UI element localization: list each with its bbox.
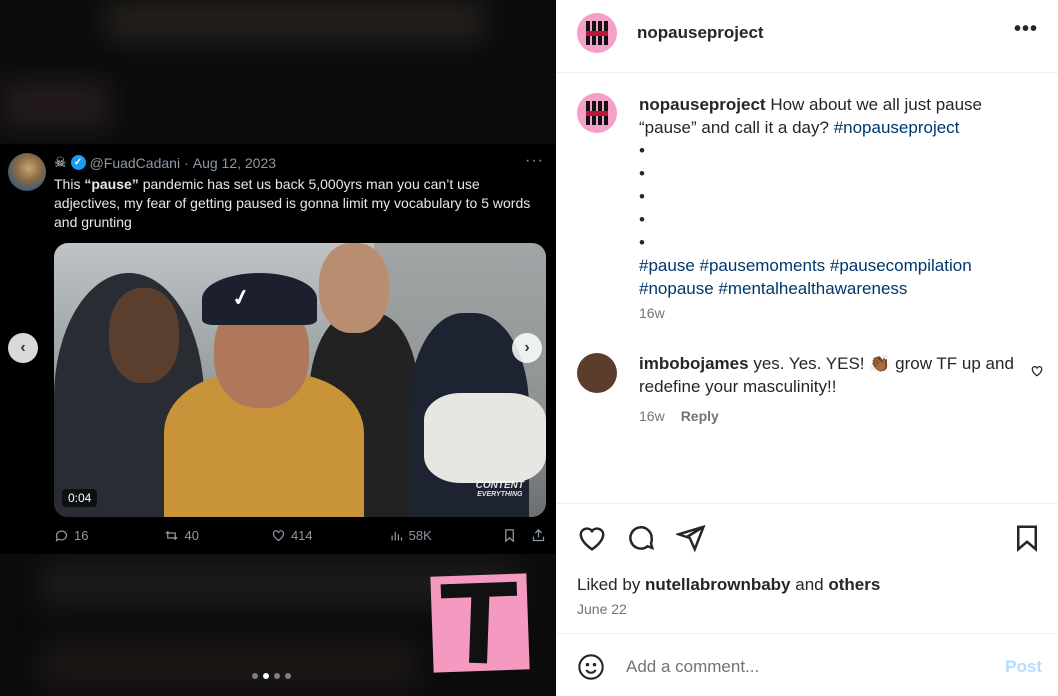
share-button[interactable] <box>674 523 708 555</box>
tweet-video: ✓ 0:04 CONTENT EVERYTHING <box>54 243 546 517</box>
caption-hashtag[interactable]: #nopauseproject <box>834 118 960 137</box>
emoji-icon <box>578 654 604 680</box>
carousel-prev-button[interactable]: ‹ <box>8 333 38 363</box>
video-watermark: CONTENT EVERYTHING <box>475 480 524 499</box>
comment-input[interactable] <box>626 654 986 680</box>
caption-hashtags-1[interactable]: #pause #pausemoments #pausecompilation <box>639 254 1019 277</box>
views-icon <box>391 531 402 541</box>
tweet-likes: 414 <box>271 528 313 543</box>
tweet-replies: 16 <box>54 528 88 543</box>
comment-reply-button[interactable]: Reply <box>681 408 719 424</box>
post-sidebar: nopauseproject ••• nopauseproject How ab… <box>556 0 1058 696</box>
embedded-tweet: ☠ ✓ @FuadCadani · Aug 12, 2023 ··· This … <box>0 144 556 554</box>
liked-by-others[interactable]: others <box>828 575 880 594</box>
comment-username[interactable]: imbobojames <box>639 354 749 373</box>
caption-avatar[interactable] <box>577 93 617 133</box>
caption-username[interactable]: nopauseproject <box>639 95 766 114</box>
liked-by-user[interactable]: nutellabrownbaby <box>645 575 790 594</box>
author-avatar[interactable] <box>577 13 617 53</box>
carousel-dot <box>274 673 280 679</box>
comment-timestamp[interactable]: 16w <box>639 408 665 424</box>
comment-icon <box>629 526 655 551</box>
post-comment-button[interactable]: Post <box>1005 657 1042 677</box>
video-duration: 0:04 <box>62 489 98 507</box>
carousel-dot <box>252 673 258 679</box>
tweet-separator: · <box>184 154 189 171</box>
blurred-background-bottom-2 <box>40 640 420 690</box>
carousel-next-button[interactable]: › <box>512 333 542 363</box>
caption-hashtags-2[interactable]: #nopause #mentalhealthawareness <box>639 277 1019 300</box>
chevron-right-icon: › <box>524 339 530 356</box>
heart-icon <box>272 530 285 542</box>
send-icon <box>674 524 706 553</box>
post-date[interactable]: June 22 <box>577 601 627 617</box>
retweet-icon <box>165 530 179 541</box>
tweet-views: 58K <box>389 528 432 543</box>
tweet-header: ☠ ✓ @FuadCadani · Aug 12, 2023 <box>54 154 276 171</box>
tweet-date: Aug 12, 2023 <box>192 154 277 171</box>
tweet-handle: @FuadCadani <box>89 154 181 171</box>
chevron-left-icon: ‹ <box>20 339 26 356</box>
caption-bullet: • <box>639 187 645 206</box>
caption-bullet: • <box>639 141 645 160</box>
like-button[interactable] <box>577 523 609 555</box>
nopause-sticker <box>430 573 530 673</box>
commenter-avatar[interactable] <box>577 353 617 393</box>
comment: imbobojames yes. Yes. YES! 👏🏾 grow TF up… <box>639 352 1019 398</box>
tweet-text: This “pause” pandemic has set us back 5,… <box>54 176 531 230</box>
liked-by: Liked by nutellabrownbaby and others <box>577 575 881 594</box>
skull-icon: ☠ <box>54 154 67 170</box>
add-comment-bar: Post <box>556 633 1058 696</box>
reply-icon <box>55 530 68 542</box>
heart-icon <box>579 527 605 551</box>
tweet-bookmark <box>502 528 517 543</box>
post-header: nopauseproject ••• <box>556 0 1058 73</box>
tweet-share <box>531 528 546 543</box>
caption-bullet: • <box>639 233 645 252</box>
save-button[interactable] <box>1012 523 1044 555</box>
post-actions: Liked by nutellabrownbaby and others Jun… <box>556 503 1058 633</box>
bookmark-icon <box>1017 525 1037 552</box>
heart-icon <box>1031 365 1043 377</box>
comment-button[interactable] <box>626 523 658 555</box>
carousel-dots <box>252 673 291 679</box>
more-options-icon[interactable]: ••• <box>1014 18 1038 41</box>
tweet-more-icon: ··· <box>525 152 544 169</box>
share-icon <box>532 528 545 542</box>
carousel-dot <box>285 673 291 679</box>
caption-bullet: • <box>639 164 645 183</box>
tweet-actions: 16 40 414 58K <box>54 528 546 543</box>
carousel-dot-active <box>263 673 269 679</box>
bookmark-icon <box>505 529 514 543</box>
verified-badge-icon: ✓ <box>70 155 86 170</box>
blurred-background-top <box>105 0 485 42</box>
post-caption: nopauseproject How about we all just pau… <box>639 93 1019 300</box>
blurred-background-left <box>0 80 110 130</box>
comment-meta: 16w Reply <box>639 408 719 424</box>
emoji-button[interactable] <box>577 653 605 681</box>
caption-bullet: • <box>639 210 645 229</box>
author-username[interactable]: nopauseproject <box>637 23 764 43</box>
comment-like-button[interactable] <box>1030 364 1044 383</box>
caption-timestamp[interactable]: 16w <box>639 305 665 321</box>
tweet-avatar <box>8 153 46 191</box>
tweet-retweets: 40 <box>164 528 199 543</box>
post-media: ☠ ✓ @FuadCadani · Aug 12, 2023 ··· This … <box>0 0 556 696</box>
